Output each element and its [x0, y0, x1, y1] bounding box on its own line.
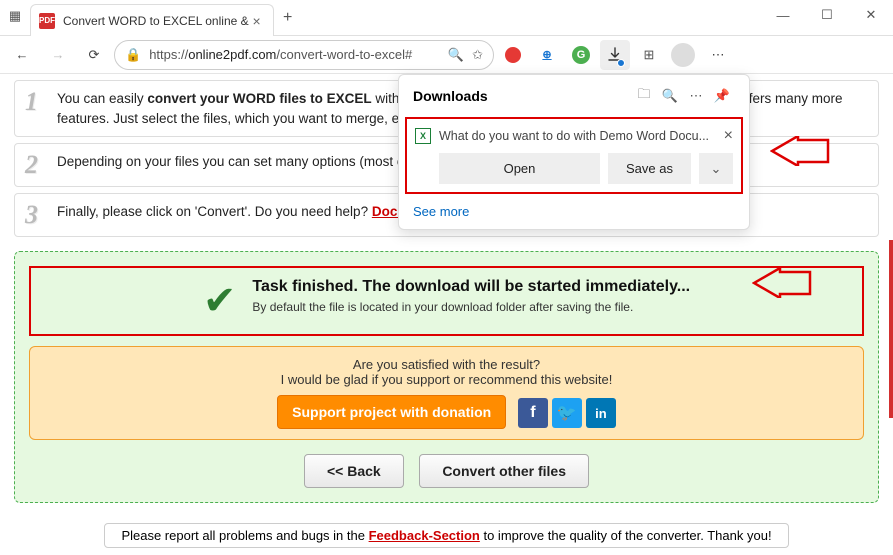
zoom-icon[interactable]: 🔍 — [448, 47, 464, 63]
extension-adblock-icon[interactable] — [498, 40, 528, 70]
site-info-icon[interactable]: 🔒 — [125, 47, 141, 63]
forward-icon: → — [42, 39, 74, 71]
donate-button[interactable]: Support project with donation — [277, 395, 506, 429]
profile-avatar[interactable] — [668, 40, 698, 70]
support-box: Are you satisfied with the result? I wou… — [29, 346, 864, 440]
downloads-panel: Downloads 🗀 🔍 ⋯ 📌 X What do you want to … — [398, 74, 750, 230]
scroll-indicator — [889, 240, 893, 418]
open-folder-icon[interactable]: 🗀 — [631, 85, 657, 107]
browser-tab[interactable]: PDF Convert WORD to EXCEL online & × — [30, 4, 274, 36]
convert-other-button[interactable]: Convert other files — [419, 454, 589, 488]
annotation-arrow-icon — [770, 136, 830, 166]
facebook-icon[interactable]: f — [518, 398, 548, 428]
maximize-icon[interactable]: ☐ — [805, 0, 849, 30]
task-title: Task finished. The download will be star… — [252, 278, 690, 296]
open-file-button[interactable]: Open — [439, 153, 600, 184]
back-icon[interactable]: ← — [6, 39, 38, 71]
close-window-icon[interactable]: ✕ — [849, 0, 893, 30]
download-item: X What do you want to do with Demo Word … — [405, 117, 743, 194]
extension-grammarly-icon[interactable]: G — [566, 40, 596, 70]
downloads-title: Downloads — [413, 88, 631, 104]
refresh-icon[interactable]: ⟳ — [78, 39, 110, 71]
window-titlebar: ▦ PDF Convert WORD to EXCEL online & × +… — [0, 0, 893, 36]
see-more-link[interactable]: See more — [399, 194, 483, 221]
excel-file-icon: X — [415, 128, 431, 144]
address-bar[interactable]: 🔒 https://online2pdf.com/convert-word-to… — [114, 40, 494, 70]
downloads-more-icon[interactable]: ⋯ — [683, 88, 709, 104]
dismiss-download-icon[interactable]: × — [724, 127, 733, 145]
result-panel: ✔ Task finished. The download will be st… — [14, 251, 879, 503]
twitter-icon[interactable]: 🐦 — [552, 398, 582, 428]
tab-title: Convert WORD to EXCEL online & — [63, 14, 249, 28]
pin-icon[interactable]: 📌 — [709, 88, 735, 104]
search-downloads-icon[interactable]: 🔍 — [657, 88, 683, 104]
back-button[interactable]: << Back — [304, 454, 404, 488]
checkmark-icon: ✔ — [203, 278, 237, 324]
footer-note: Please report all problems and bugs in t… — [104, 523, 789, 548]
download-prompt: What do you want to do with Demo Word Do… — [439, 129, 709, 143]
tab-actions-icon[interactable]: ▦ — [0, 0, 30, 32]
extension-blue-icon[interactable]: ⊕ — [532, 40, 562, 70]
task-finished-box: ✔ Task finished. The download will be st… — [29, 266, 864, 336]
annotation-arrow-icon — [752, 268, 812, 298]
downloads-button[interactable] — [600, 40, 630, 70]
close-tab-icon[interactable]: × — [249, 13, 265, 29]
collections-icon[interactable]: ⊞ — [634, 40, 664, 70]
linkedin-icon[interactable]: in — [586, 398, 616, 428]
minimize-icon[interactable]: — — [761, 0, 805, 30]
new-tab-button[interactable]: + — [274, 4, 302, 32]
url-text: https://online2pdf.com/convert-word-to-e… — [149, 47, 440, 62]
save-as-button[interactable]: Save as — [608, 153, 691, 184]
feedback-link[interactable]: Feedback-Section — [369, 528, 480, 543]
browser-toolbar: ← → ⟳ 🔒 https://online2pdf.com/convert-w… — [0, 36, 893, 74]
task-subtext: By default the file is located in your d… — [252, 300, 690, 314]
favorite-icon[interactable]: ✩ — [472, 47, 483, 63]
save-as-chevron-icon[interactable]: ⌄ — [699, 153, 733, 184]
more-icon[interactable]: ⋯ — [702, 39, 734, 71]
tab-favicon: PDF — [39, 13, 55, 29]
